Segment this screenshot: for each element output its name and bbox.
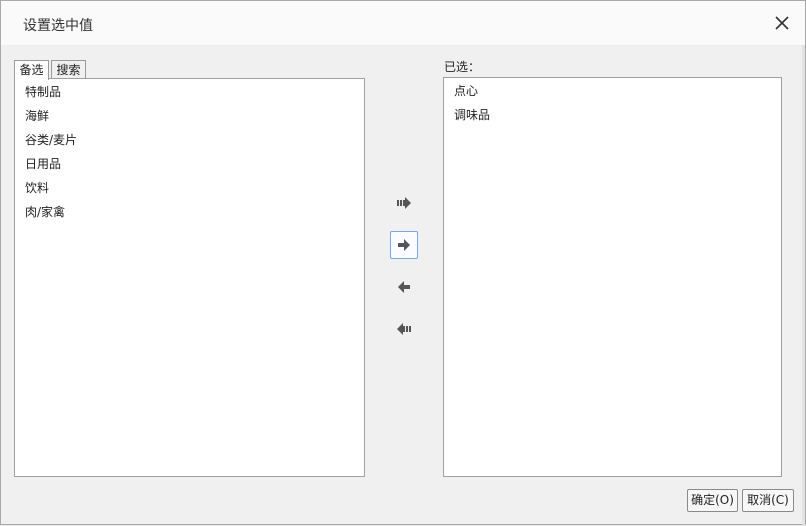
close-icon <box>775 16 789 30</box>
list-item[interactable]: 特制品 <box>15 80 364 104</box>
tab-search[interactable]: 搜索 <box>51 60 86 79</box>
selected-list[interactable]: 点心 调味品 <box>443 77 782 477</box>
move-all-right-button[interactable] <box>390 189 418 217</box>
dialog-title: 设置选中值 <box>23 18 93 34</box>
close-button[interactable] <box>771 12 793 34</box>
arrow-right-icon <box>398 239 410 251</box>
move-right-button[interactable] <box>390 231 418 259</box>
set-selected-values-dialog: 设置选中值 备选 搜索 特制品 海鲜 谷类/麦片 日用品 饮料 肉/家禽 已选：… <box>0 0 806 526</box>
double-arrow-left-icon <box>397 323 411 335</box>
list-item[interactable]: 点心 <box>444 79 781 103</box>
list-item[interactable]: 肉/家禽 <box>15 200 364 224</box>
ok-button[interactable]: 确定(O) <box>687 489 738 512</box>
move-all-left-button[interactable] <box>390 315 418 343</box>
tab-candidates[interactable]: 备选 <box>14 60 49 80</box>
arrow-left-icon <box>398 281 410 293</box>
dialog-titlebar: 设置选中值 <box>1 1 805 46</box>
list-item[interactable]: 海鲜 <box>15 104 364 128</box>
available-list[interactable]: 特制品 海鲜 谷类/麦片 日用品 饮料 肉/家禽 <box>14 78 365 477</box>
list-item[interactable]: 饮料 <box>15 176 364 200</box>
list-item[interactable]: 调味品 <box>444 103 781 127</box>
double-arrow-right-icon <box>397 197 411 209</box>
list-item[interactable]: 谷类/麦片 <box>15 128 364 152</box>
selected-list-label: 已选： <box>444 60 481 74</box>
list-item[interactable]: 日用品 <box>15 152 364 176</box>
move-left-button[interactable] <box>390 273 418 301</box>
cancel-button[interactable]: 取消(C) <box>742 489 794 512</box>
window-edge <box>802 45 805 526</box>
